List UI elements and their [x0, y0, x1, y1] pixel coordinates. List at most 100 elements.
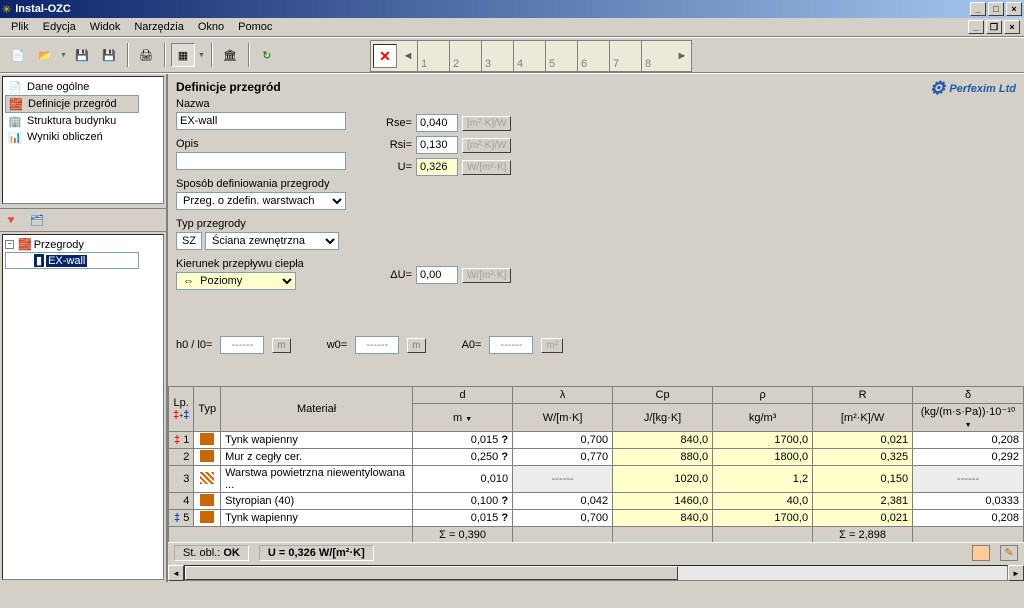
- row-cp[interactable]: 880,0: [613, 449, 713, 466]
- dropdown-icon[interactable]: ▼: [198, 52, 205, 59]
- col-rho[interactable]: ρ: [713, 387, 813, 404]
- minimize-button[interactable]: _: [970, 2, 986, 16]
- col-lambda[interactable]: λ: [513, 387, 613, 404]
- grid-view-icon[interactable]: ▦: [171, 43, 195, 67]
- tab-1[interactable]: 1: [417, 41, 449, 71]
- tree-icon[interactable]: 🗂: [30, 214, 44, 227]
- rse-input[interactable]: [416, 114, 458, 132]
- status-action-2[interactable]: ✎: [1000, 545, 1018, 561]
- save-all-icon[interactable]: 💾: [97, 43, 121, 67]
- table-row[interactable]: 2 Mur z cegły cer. 0,250 ? 0,770 880,0 1…: [169, 449, 1024, 466]
- mdi-restore-button[interactable]: ❐: [986, 20, 1002, 34]
- nav-general[interactable]: 📄 Dane ogólne: [5, 79, 161, 95]
- rsi-unit[interactable]: [m²·K]/W: [462, 138, 511, 153]
- close-button[interactable]: ×: [1006, 2, 1022, 16]
- row-num[interactable]: 3: [169, 466, 194, 493]
- row-rho[interactable]: 1800,0: [713, 449, 813, 466]
- row-r[interactable]: 0,150: [813, 466, 913, 493]
- tab-prev-icon[interactable]: ◄: [399, 44, 417, 68]
- row-cp[interactable]: 840,0: [613, 432, 713, 449]
- status-action-1[interactable]: [972, 545, 990, 561]
- structure-icon[interactable]: 🏛: [218, 43, 242, 67]
- tab-6[interactable]: 6: [577, 41, 609, 71]
- unit-cp[interactable]: J/[kg·K]: [613, 404, 713, 432]
- row-d[interactable]: 0,010: [413, 466, 513, 493]
- unit-lambda[interactable]: W/[m·K]: [513, 404, 613, 432]
- row-rho[interactable]: 1,2: [713, 466, 813, 493]
- save-icon[interactable]: 💾: [70, 43, 94, 67]
- scroll-right-icon[interactable]: ►: [1008, 565, 1024, 581]
- unit-delta[interactable]: (kg/(m·s·Pa))·10⁻¹⁰ ▼: [913, 404, 1024, 432]
- du-unit[interactable]: W/[m²·K]: [462, 268, 511, 283]
- tab-4[interactable]: 4: [513, 41, 545, 71]
- menu-help[interactable]: Pomoc: [231, 20, 279, 34]
- menu-file[interactable]: Plik: [4, 20, 36, 34]
- collapse-icon[interactable]: −: [5, 240, 14, 249]
- col-r[interactable]: R: [813, 387, 913, 404]
- table-row[interactable]: ‡ 5 Tynk wapienny 0,015 ? 0,700 840,0 17…: [169, 510, 1024, 527]
- rsi-input[interactable]: [416, 136, 458, 154]
- tab-8[interactable]: 8: [641, 41, 673, 71]
- row-r[interactable]: 0,325: [813, 449, 913, 466]
- w0-unit[interactable]: m: [407, 338, 425, 353]
- row-num[interactable]: 2: [169, 449, 194, 466]
- row-type-icon[interactable]: [194, 493, 221, 510]
- row-cp[interactable]: 1020,0: [613, 466, 713, 493]
- menu-tools[interactable]: Narzędzia: [127, 20, 191, 34]
- scroll-track[interactable]: [184, 565, 1008, 581]
- unit-d[interactable]: m ▼: [413, 404, 513, 432]
- filter-icon[interactable]: 🔻: [4, 214, 18, 227]
- def-select[interactable]: Przeg. o zdefin. warstwach: [176, 192, 346, 210]
- table-row[interactable]: ‡ 1 Tynk wapienny 0,015 ? 0,700 840,0 17…: [169, 432, 1024, 449]
- row-material[interactable]: Styropian (40): [221, 493, 413, 510]
- dir-select[interactable]: ⇔ Poziomy: [176, 272, 296, 290]
- row-material[interactable]: Mur z cegły cer.: [221, 449, 413, 466]
- a0-unit[interactable]: m²: [541, 338, 563, 353]
- row-num[interactable]: ‡ 5: [169, 510, 194, 527]
- row-material[interactable]: Tynk wapienny: [221, 510, 413, 527]
- row-type-icon[interactable]: [194, 449, 221, 466]
- mdi-close-button[interactable]: ×: [1004, 20, 1020, 34]
- run-icon[interactable]: ↻: [255, 43, 279, 67]
- unit-r[interactable]: [m²·K]/W: [813, 404, 913, 432]
- name-input[interactable]: [176, 112, 346, 130]
- row-material[interactable]: Tynk wapienny: [221, 432, 413, 449]
- rse-unit[interactable]: [m²·K]/W: [462, 116, 511, 131]
- nav-results[interactable]: 📊 Wyniki obliczeń: [5, 129, 161, 145]
- row-type-icon[interactable]: [194, 510, 221, 527]
- row-cp[interactable]: 1460,0: [613, 493, 713, 510]
- row-num[interactable]: ‡ 1: [169, 432, 194, 449]
- row-d[interactable]: 0,015 ?: [413, 510, 513, 527]
- table-row[interactable]: 4 Styropian (40) 0,100 ? 0,042 1460,0 40…: [169, 493, 1024, 510]
- type-code[interactable]: [176, 232, 202, 250]
- u-unit[interactable]: W/[m²·K]: [462, 160, 511, 175]
- row-d[interactable]: 0,100 ?: [413, 493, 513, 510]
- row-type-icon[interactable]: [194, 466, 221, 493]
- unit-rho[interactable]: kg/m³: [713, 404, 813, 432]
- col-cp[interactable]: Cp: [613, 387, 713, 404]
- row-d[interactable]: 0,250 ?: [413, 449, 513, 466]
- col-mat[interactable]: Materiał: [221, 387, 413, 432]
- tree-item-exwall[interactable]: ▮ EX-wall: [5, 252, 139, 269]
- col-d[interactable]: d: [413, 387, 513, 404]
- row-material[interactable]: Warstwa powietrzna niewentylowana ...: [221, 466, 413, 493]
- scroll-thumb[interactable]: [185, 566, 678, 580]
- row-cp[interactable]: 840,0: [613, 510, 713, 527]
- tab-2[interactable]: 2: [449, 41, 481, 71]
- scroll-left-icon[interactable]: ◄: [168, 565, 184, 581]
- nav-structure[interactable]: 🏢 Struktura budynku: [5, 113, 161, 129]
- new-icon[interactable]: 📄: [6, 43, 30, 67]
- row-d[interactable]: 0,015 ?: [413, 432, 513, 449]
- col-delta[interactable]: δ: [913, 387, 1024, 404]
- row-rho[interactable]: 40,0: [713, 493, 813, 510]
- nav-partitions[interactable]: 🧱 Definicje przegród: [5, 95, 139, 113]
- table-row[interactable]: 3 Warstwa powietrzna niewentylowana ... …: [169, 466, 1024, 493]
- menu-view[interactable]: Widok: [83, 20, 128, 34]
- tab-3[interactable]: 3: [481, 41, 513, 71]
- maximize-button[interactable]: □: [988, 2, 1004, 16]
- row-rho[interactable]: 1700,0: [713, 510, 813, 527]
- col-lp[interactable]: Lp. ‡+‡: [169, 387, 194, 432]
- row-num[interactable]: 4: [169, 493, 194, 510]
- tree-root[interactable]: − 🧱 Przegrody: [5, 237, 161, 252]
- row-r[interactable]: 0,021: [813, 510, 913, 527]
